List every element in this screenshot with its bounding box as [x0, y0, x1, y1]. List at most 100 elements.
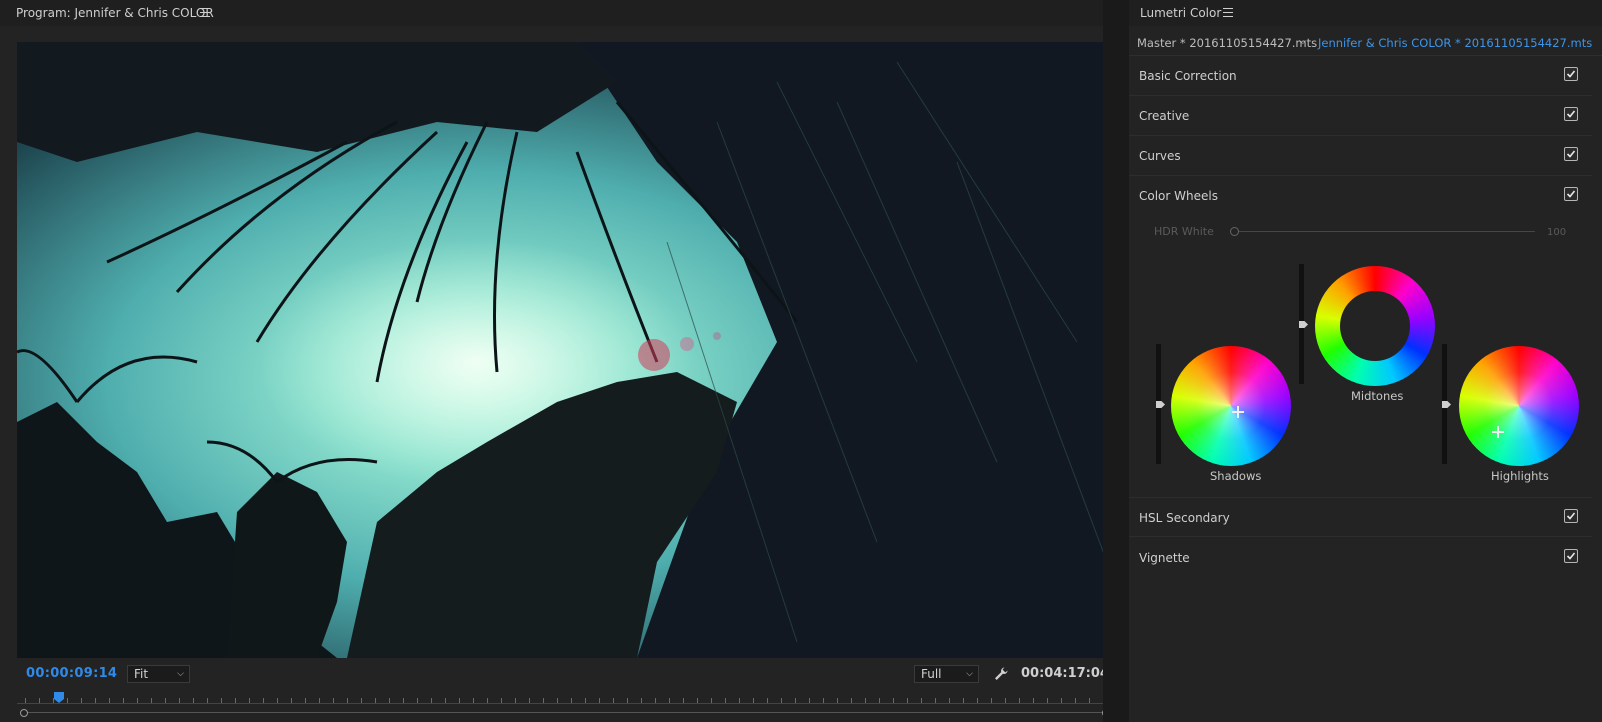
ruler-tick: [375, 698, 376, 703]
ruler-tick: [543, 698, 544, 703]
ruler-tick: [235, 698, 236, 703]
ruler-tick: [935, 698, 936, 703]
section-label: Creative: [1139, 109, 1190, 123]
ruler-tick: [781, 698, 782, 703]
section-enable-checkbox[interactable]: [1564, 107, 1578, 121]
ruler-tick: [445, 698, 446, 703]
section-enable-checkbox[interactable]: [1564, 509, 1578, 523]
program-monitor-panel: Program: Jennifer & Chris COLOR 00:00:09…: [0, 0, 1112, 722]
ruler-tick: [305, 698, 306, 703]
clip-selector: Master * 20161105154427.mts ⌵ Jennifer &…: [1129, 30, 1602, 56]
zoom-scrollbar[interactable]: [18, 709, 1112, 717]
ruler-tick: [361, 698, 362, 703]
ruler-tick: [907, 698, 908, 703]
ruler-tick: [249, 698, 250, 703]
shadows-color-wheel[interactable]: [1171, 346, 1291, 466]
section-vignette[interactable]: Vignette: [1129, 538, 1592, 578]
ruler-tick: [389, 698, 390, 703]
ruler-tick: [319, 698, 320, 703]
ruler-tick: [473, 698, 474, 703]
zoom-level-select[interactable]: Fit ⌵: [127, 665, 190, 683]
hdr-white-value[interactable]: 100: [1547, 227, 1566, 238]
checkmark-icon: [1566, 110, 1576, 118]
playback-resolution-select[interactable]: Full ⌵: [914, 665, 979, 683]
ruler-tick: [529, 698, 530, 703]
midtones-wheel-center: [1340, 291, 1410, 361]
ruler-tick: [893, 698, 894, 703]
highlights-luma-slider[interactable]: [1442, 344, 1451, 464]
ruler-tick: [1089, 698, 1090, 703]
shadows-luma-handle[interactable]: [1156, 401, 1165, 408]
ruler-tick: [627, 698, 628, 703]
ruler-tick: [193, 698, 194, 703]
ruler-tick: [417, 698, 418, 703]
duration-timecode: 00:04:17:04: [1021, 666, 1109, 681]
program-video-frame[interactable]: [17, 42, 1112, 658]
ruler-tick: [347, 698, 348, 703]
ruler-tick: [25, 698, 26, 703]
zoom-level-value: Fit: [134, 667, 149, 681]
lumetri-panel-title[interactable]: Lumetri Color: [1140, 6, 1221, 20]
midtones-luma-slider[interactable]: [1299, 264, 1308, 384]
shadows-luma-slider[interactable]: [1156, 344, 1165, 464]
ruler-tick: [263, 698, 264, 703]
section-curves[interactable]: Curves: [1129, 136, 1592, 176]
ruler-tick: [753, 698, 754, 703]
current-timecode[interactable]: 00:00:09:14: [26, 666, 117, 681]
hdr-white-slider-track[interactable]: [1235, 231, 1535, 232]
midtones-color-wheel[interactable]: [1315, 266, 1435, 386]
section-basic-correction[interactable]: Basic Correction: [1129, 56, 1592, 96]
ruler-tick: [151, 698, 152, 703]
ruler-baseline: [17, 703, 1112, 704]
section-enable-checkbox[interactable]: [1564, 147, 1578, 161]
time-ruler[interactable]: [17, 692, 1112, 704]
section-label: Curves: [1139, 149, 1181, 163]
ruler-tick: [165, 698, 166, 703]
section-enable-checkbox[interactable]: [1564, 187, 1578, 201]
ruler-tick: [837, 698, 838, 703]
chevron-down-icon: ⌵: [177, 669, 184, 679]
chevron-down-icon: ⌵: [966, 669, 973, 679]
ruler-tick: [39, 698, 40, 703]
midtones-label: Midtones: [1351, 389, 1404, 403]
ruler-tick: [641, 698, 642, 703]
sequence-clip-tab[interactable]: Jennifer & Chris COLOR * 20161105154427.…: [1318, 36, 1592, 50]
panel-menu-icon[interactable]: [1223, 8, 1233, 17]
ruler-tick: [1033, 698, 1034, 703]
ruler-tick: [585, 698, 586, 703]
section-enable-checkbox[interactable]: [1564, 67, 1578, 81]
section-enable-checkbox[interactable]: [1564, 549, 1578, 563]
master-clip-tab[interactable]: Master * 20161105154427.mts: [1137, 36, 1317, 50]
highlights-luma-handle[interactable]: [1442, 401, 1451, 408]
highlights-wheel-crosshair[interactable]: [1492, 426, 1504, 438]
wrench-icon[interactable]: [993, 666, 1009, 682]
ruler-tick: [1075, 698, 1076, 703]
section-creative[interactable]: Creative: [1129, 96, 1592, 136]
playback-resolution-value: Full: [921, 667, 942, 681]
zoom-track: [24, 712, 1106, 713]
ruler-tick: [823, 698, 824, 703]
playhead-icon[interactable]: [53, 692, 65, 704]
ruler-tick: [921, 698, 922, 703]
section-color-wheels[interactable]: Color Wheels: [1129, 176, 1592, 216]
ruler-tick: [949, 698, 950, 703]
program-panel-title[interactable]: Program: Jennifer & Chris COLOR: [16, 6, 214, 20]
shadows-wheel-crosshair[interactable]: [1232, 406, 1244, 418]
panel-divider[interactable]: [1103, 0, 1129, 722]
panel-menu-icon[interactable]: [200, 8, 210, 17]
chevron-down-icon[interactable]: ⌵: [1299, 36, 1307, 47]
ruler-tick: [963, 698, 964, 703]
ruler-tick: [599, 698, 600, 703]
ruler-tick: [557, 698, 558, 703]
ruler-tick: [403, 698, 404, 703]
ruler-tick: [1005, 698, 1006, 703]
zoom-handle-left[interactable]: [20, 709, 28, 717]
highlights-color-wheel[interactable]: [1459, 346, 1579, 466]
hdr-white-slider-handle[interactable]: [1230, 227, 1239, 236]
checkmark-icon: [1566, 190, 1576, 198]
section-hsl-secondary[interactable]: HSL Secondary: [1129, 497, 1592, 537]
ruler-tick: [795, 698, 796, 703]
midtones-luma-handle[interactable]: [1299, 321, 1308, 328]
ruler-tick: [991, 698, 992, 703]
section-label: HSL Secondary: [1139, 511, 1230, 525]
